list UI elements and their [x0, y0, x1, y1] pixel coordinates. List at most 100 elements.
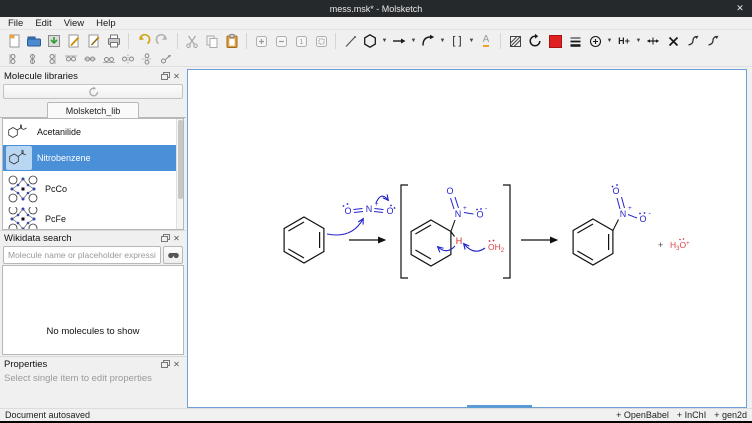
wikidata-search-header: Wikidata search ✕: [0, 231, 186, 245]
zoom-fit-icon[interactable]: [311, 32, 331, 51]
curved-arrow-water-to-proton[interactable]: [464, 244, 485, 251]
wikidata-search-row: [3, 246, 183, 264]
float-panel-icon[interactable]: [160, 71, 171, 81]
menu-view[interactable]: View: [64, 18, 84, 29]
menu-file[interactable]: File: [8, 18, 23, 29]
nitrobenzene-product[interactable]: N + O O -: [573, 184, 651, 265]
svg-text:O: O: [612, 186, 619, 196]
space-horizontally-icon[interactable]: [118, 53, 137, 66]
status-gen2d: + gen2d: [714, 410, 747, 420]
menu-help[interactable]: Help: [96, 18, 116, 29]
open-file-icon[interactable]: [24, 32, 44, 51]
rotate-tool-icon[interactable]: [525, 32, 545, 51]
window-title: mess.msk* - Molsketch: [330, 4, 423, 14]
cut-icon[interactable]: [182, 32, 202, 51]
molsketch-window: mess.msk* - Molsketch ✕ File Edit View H…: [0, 0, 752, 423]
reaction-mechanism-drawing: O N + O: [188, 70, 746, 407]
align-top-icon[interactable]: [61, 53, 80, 66]
mechanism-arrow-tool-icon[interactable]: [418, 32, 438, 51]
space-vertically-icon[interactable]: [137, 53, 156, 66]
clean-structure-icon[interactable]: [683, 32, 703, 51]
line-width-tool-icon[interactable]: [565, 32, 585, 51]
scrollbar-handle[interactable]: [178, 120, 183, 199]
align-bottom-icon[interactable]: [99, 53, 118, 66]
plus-sign[interactable]: +: [658, 240, 663, 250]
svg-text:O: O: [639, 214, 646, 224]
binoculars-icon: [167, 250, 180, 260]
main-toolbar: 1 ▼ ▼ ▼ [ ] ▼ A: [0, 30, 752, 52]
svg-text:+: +: [628, 205, 632, 212]
export-icon[interactable]: [84, 32, 104, 51]
library-item-pcco[interactable]: PcCo: [3, 171, 183, 207]
title-bar[interactable]: mess.msk* - Molsketch ✕: [0, 0, 752, 17]
ring-tool-dropdown[interactable]: ▼: [380, 32, 389, 51]
pcco-structure-thumbnail: [6, 173, 40, 205]
copy-icon[interactable]: [202, 32, 222, 51]
align-center-vertical-icon[interactable]: [23, 53, 42, 66]
properties-hint: Select single item to edit properties: [0, 371, 186, 386]
bracket-tool-icon[interactable]: [ ]: [447, 32, 467, 51]
mechanism-arrow-dropdown[interactable]: ▼: [438, 32, 447, 51]
wikidata-search-input[interactable]: [3, 246, 161, 264]
hatch-selection-tool-icon[interactable]: [505, 32, 525, 51]
svg-text:N: N: [455, 209, 462, 219]
library-item-pcfe[interactable]: PcFe: [3, 207, 183, 230]
arenium-intermediate[interactable]: N + O O - H: [411, 186, 488, 266]
charge-tool-dropdown[interactable]: ▼: [605, 32, 614, 51]
water-molecule[interactable]: OH2: [488, 240, 505, 254]
refresh-libraries-button[interactable]: [3, 84, 183, 99]
hydrogen-tool-icon[interactable]: H+: [614, 32, 634, 51]
zoom-out-icon[interactable]: [271, 32, 291, 51]
align-right-icon[interactable]: [42, 53, 61, 66]
float-panel-icon[interactable]: [160, 359, 171, 369]
clean-structure-alt-icon[interactable]: [703, 32, 723, 51]
align-center-horizontal-icon[interactable]: [80, 53, 99, 66]
hydronium-ion[interactable]: H3O+: [670, 238, 690, 252]
close-panel-icon[interactable]: ✕: [171, 71, 182, 81]
close-window-icon[interactable]: ✕: [734, 2, 746, 14]
curved-arrow-ch-bond-to-ring[interactable]: [438, 246, 455, 251]
color-picker-swatch[interactable]: [545, 32, 565, 51]
nitronium-ion[interactable]: O N + O: [343, 201, 396, 216]
menu-edit[interactable]: Edit: [35, 18, 51, 29]
redo-icon[interactable]: [153, 32, 173, 51]
left-dock: Molecule libraries ✕ Molsketch_lib Aceta…: [0, 69, 186, 408]
library-list-scrollbar[interactable]: [176, 119, 183, 229]
reaction-arrow-dropdown[interactable]: ▼: [409, 32, 418, 51]
svg-text:O: O: [344, 206, 351, 216]
float-panel-icon[interactable]: [160, 233, 171, 243]
molecule-libraries-panel: Molecule libraries ✕ Molsketch_lib Aceta…: [0, 69, 186, 230]
close-panel-icon[interactable]: ✕: [171, 359, 182, 369]
charge-tool-icon[interactable]: [585, 32, 605, 51]
save-icon[interactable]: [44, 32, 64, 51]
delete-tool-icon[interactable]: [663, 32, 683, 51]
undo-icon[interactable]: [133, 32, 153, 51]
library-item-nitrobenzene[interactable]: Nitrobenzene: [3, 145, 183, 171]
zoom-original-icon[interactable]: 1: [291, 32, 311, 51]
svg-text:H: H: [456, 236, 463, 246]
drawing-canvas[interactable]: O N + O: [187, 69, 747, 408]
ring-tool-icon[interactable]: [360, 32, 380, 51]
print-icon[interactable]: [104, 32, 124, 51]
rotate-molecule-icon[interactable]: [156, 53, 175, 66]
curved-arrow-benzene-to-nitronium[interactable]: [327, 219, 363, 235]
benzene-reactant[interactable]: [284, 217, 324, 263]
save-as-icon[interactable]: [64, 32, 84, 51]
library-tab-bar: Molsketch_lib: [0, 101, 186, 118]
reaction-arrow-tool-icon[interactable]: [389, 32, 409, 51]
flip-tool-icon[interactable]: [643, 32, 663, 51]
hydrogen-tool-dropdown[interactable]: ▼: [634, 32, 643, 51]
bracket-right[interactable]: [503, 185, 510, 278]
paste-icon[interactable]: [222, 32, 242, 51]
draw-tool-icon[interactable]: [340, 32, 360, 51]
zoom-in-icon[interactable]: [251, 32, 271, 51]
wikidata-search-button[interactable]: [163, 246, 183, 264]
text-tool-icon[interactable]: A: [476, 32, 496, 51]
tab-molsketch-lib[interactable]: Molsketch_lib: [47, 102, 139, 118]
close-panel-icon[interactable]: ✕: [171, 233, 182, 243]
new-file-icon[interactable]: [4, 32, 24, 51]
align-left-icon[interactable]: [4, 53, 23, 66]
bracket-tool-dropdown[interactable]: ▼: [467, 32, 476, 51]
library-item-acetanilide[interactable]: Acetanilide: [3, 119, 183, 145]
bracket-left[interactable]: [401, 185, 408, 278]
